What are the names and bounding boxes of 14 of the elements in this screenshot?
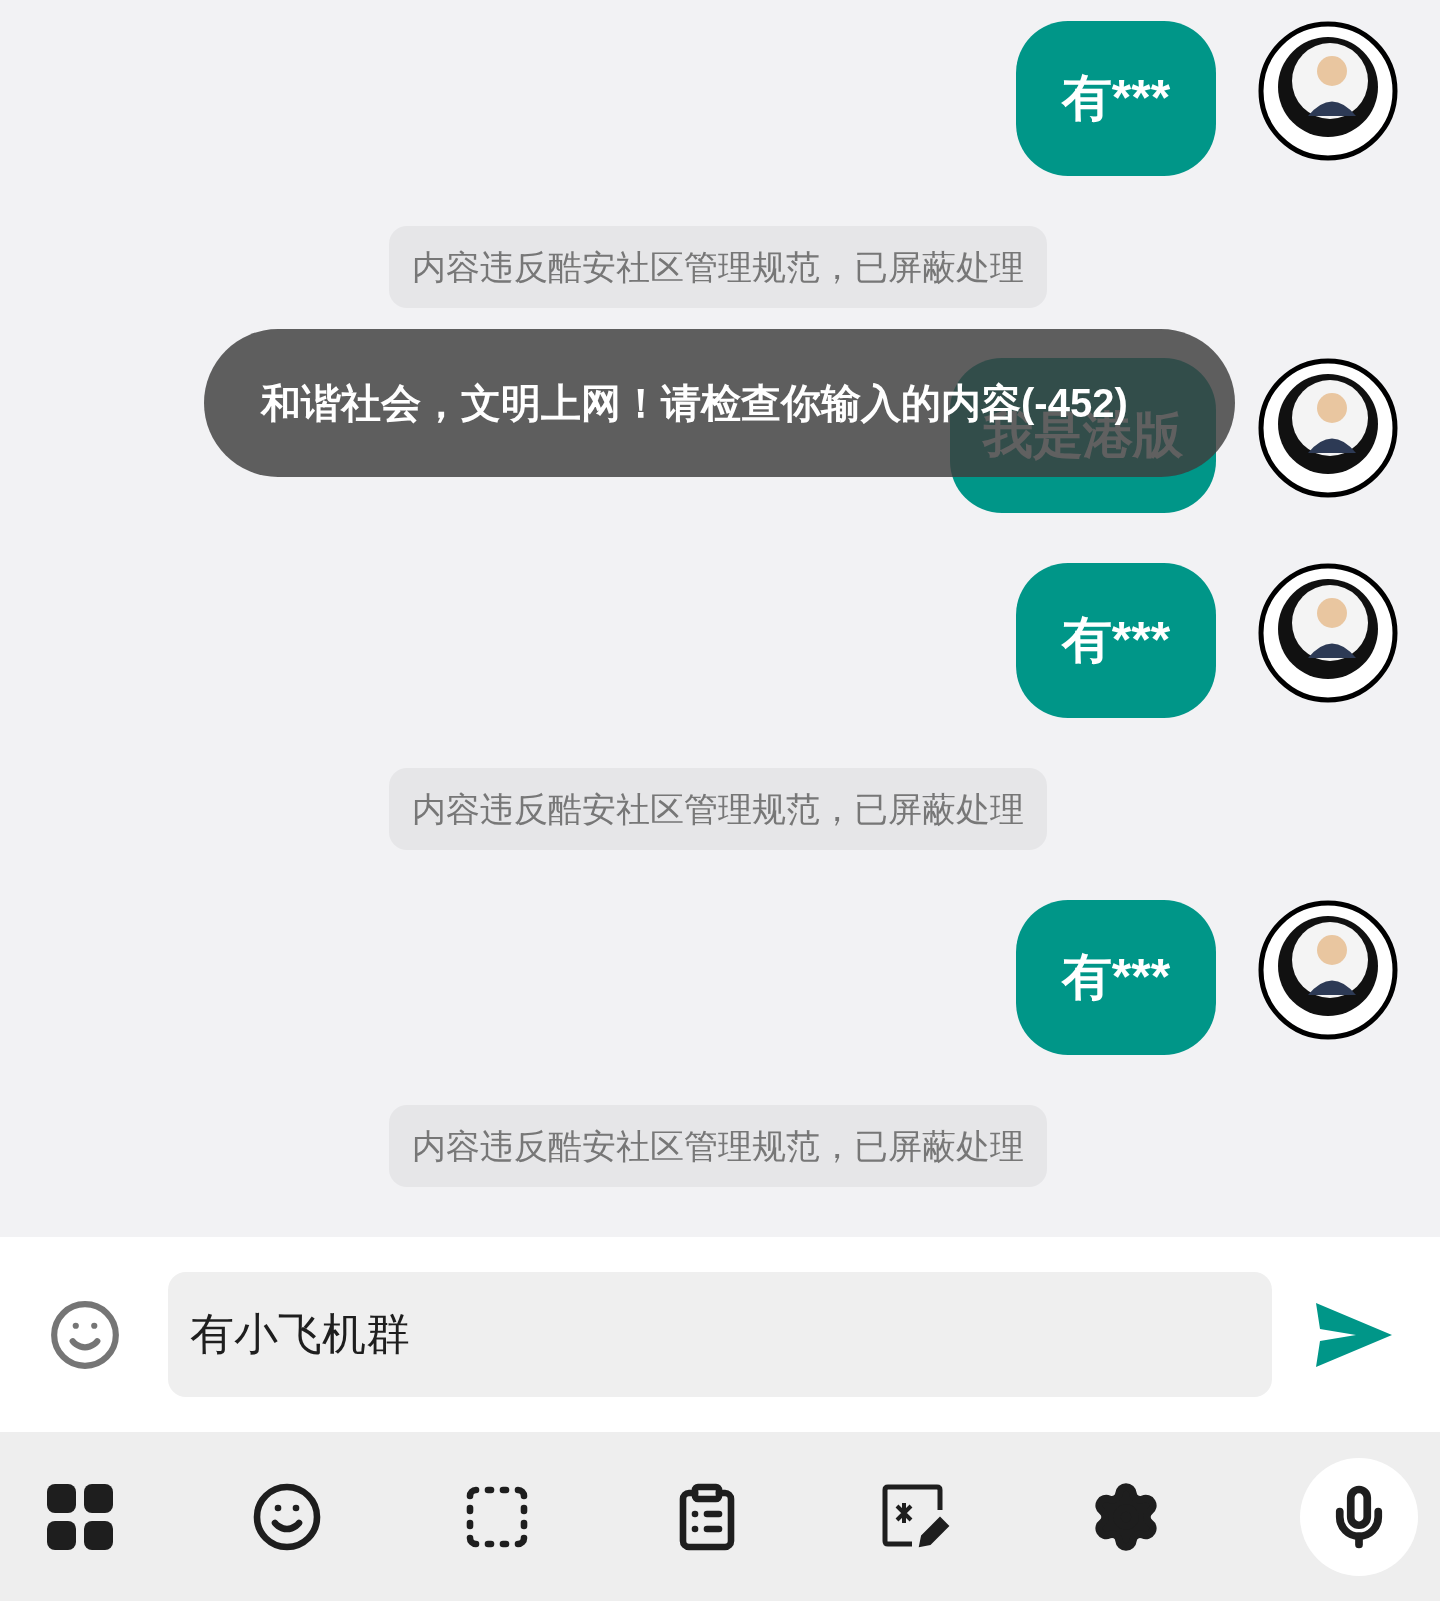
message-bubble[interactable]: 有***	[1016, 21, 1216, 176]
system-notice: 内容违反酷安社区管理规范，已屏蔽处理	[389, 226, 1047, 308]
avatar[interactable]	[1258, 900, 1398, 1040]
message-bubble[interactable]: 有***	[1016, 563, 1216, 718]
send-icon[interactable]	[1316, 1302, 1392, 1367]
avatar[interactable]	[1258, 21, 1398, 161]
grid-icon[interactable]	[47, 1483, 113, 1550]
avatar[interactable]	[1258, 358, 1398, 498]
system-notice: 内容违反酷安社区管理规范，已屏蔽处理	[389, 768, 1047, 850]
avatar[interactable]	[1258, 563, 1398, 703]
system-notice: 内容违反酷安社区管理规范，已屏蔽处理	[389, 1105, 1047, 1187]
message-input[interactable]: 有小飞机群	[168, 1272, 1272, 1397]
image-edit-icon[interactable]	[881, 1483, 952, 1550]
message-bubble[interactable]: 有***	[1016, 900, 1216, 1055]
